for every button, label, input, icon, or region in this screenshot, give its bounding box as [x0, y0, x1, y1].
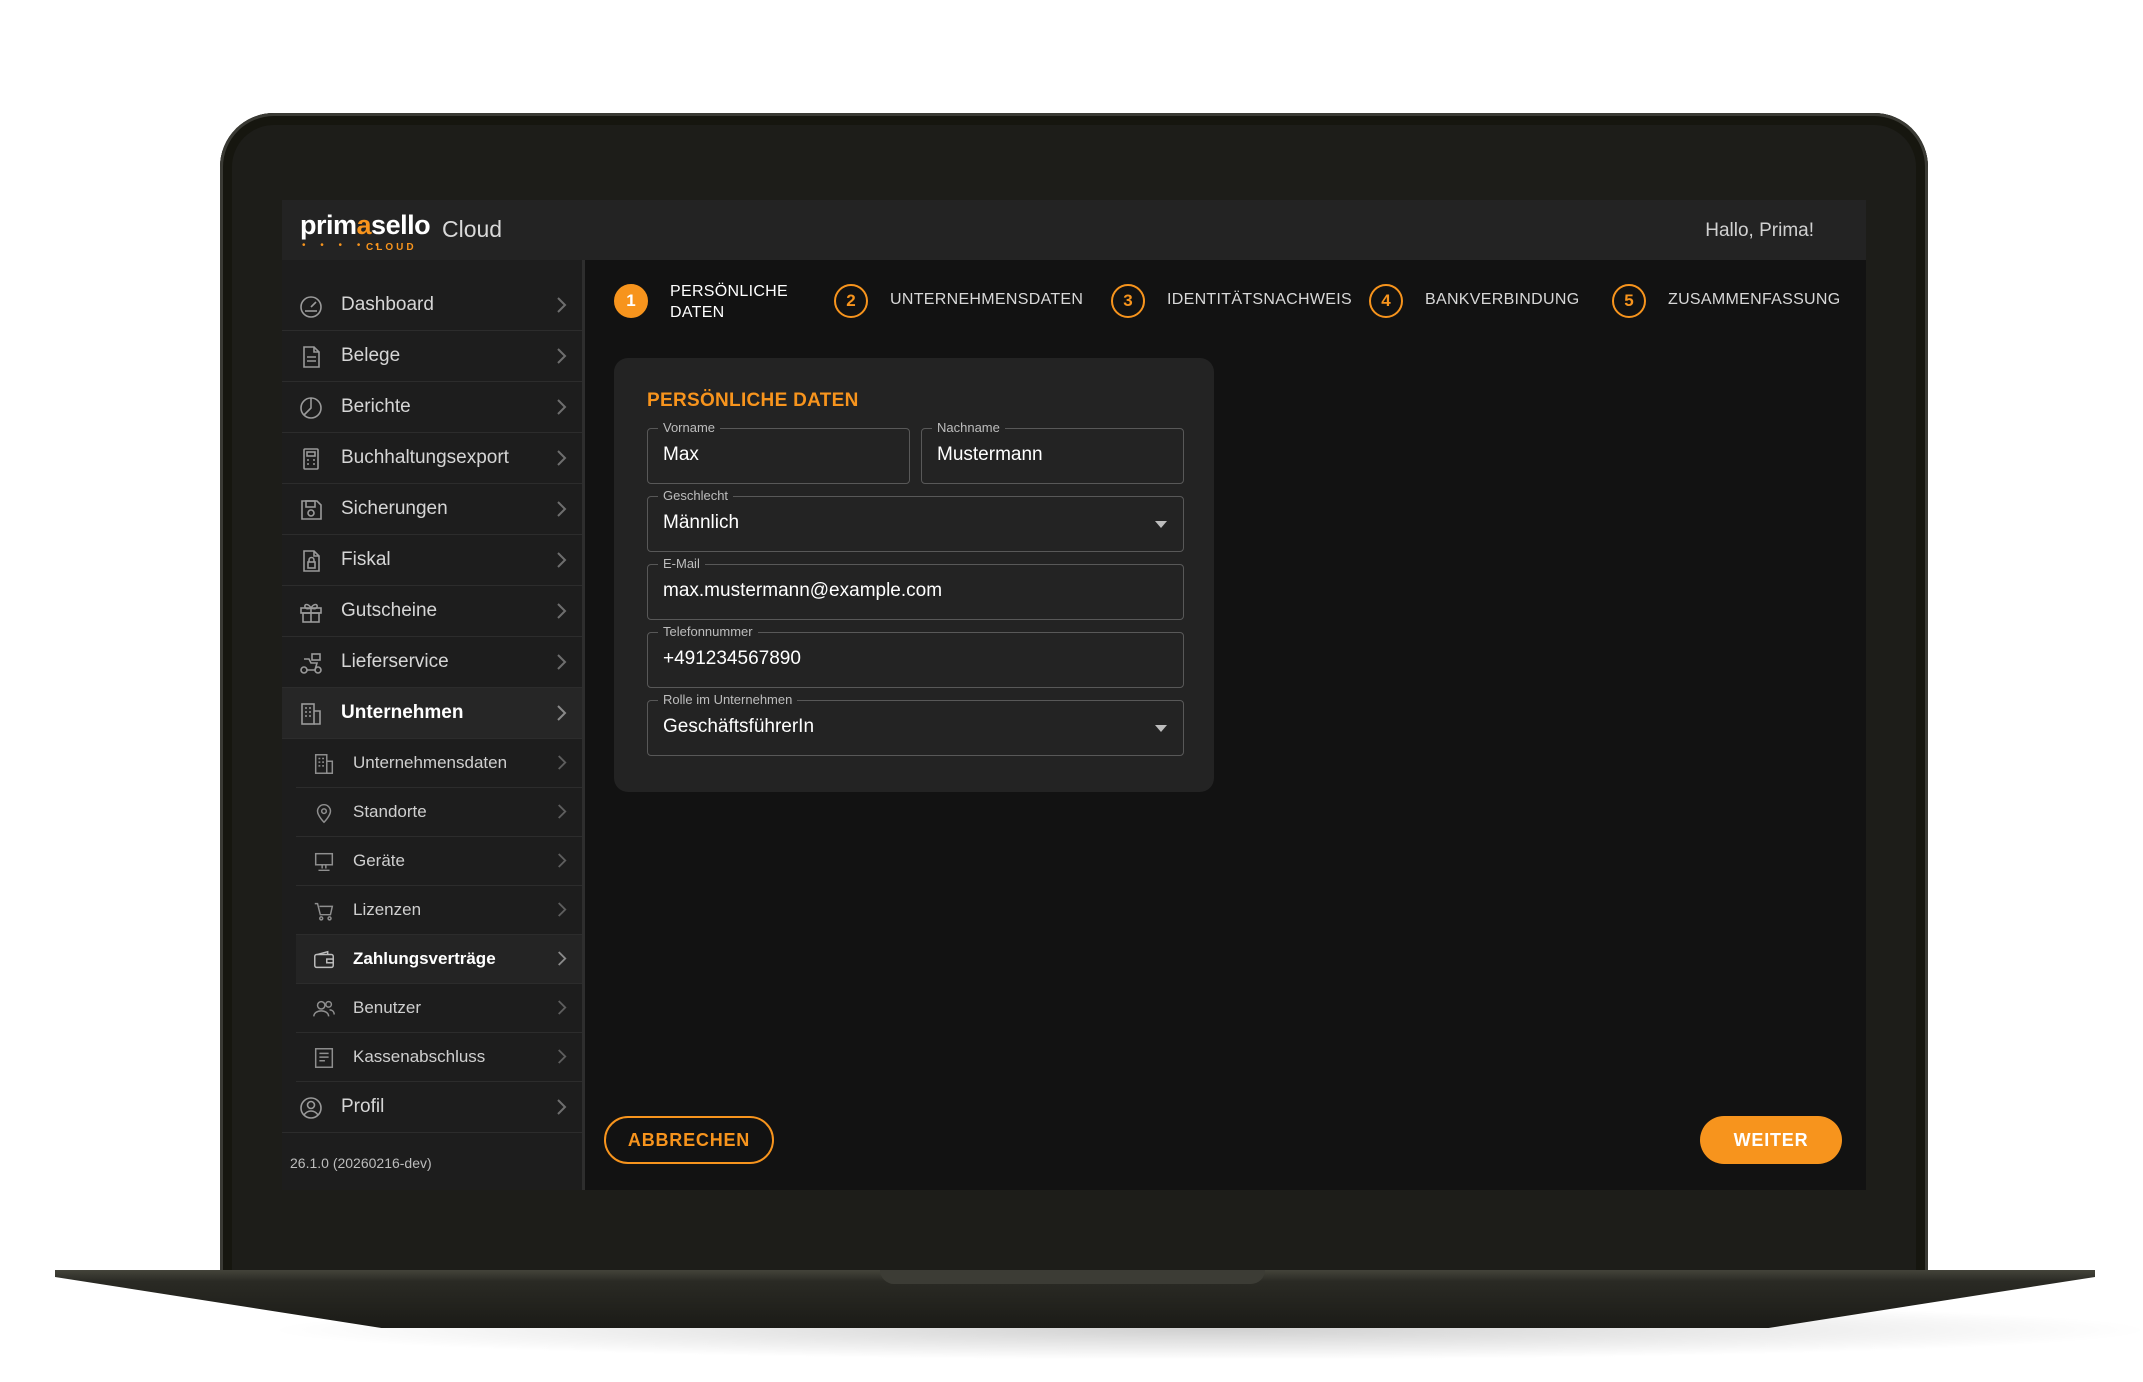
chevron-right-icon — [555, 949, 568, 968]
role-select[interactable]: Rolle im Unternehmen GeschäftsführerIn — [647, 692, 1184, 756]
chevron-right-icon — [554, 550, 568, 570]
sidebar-item-fiskal[interactable]: Fiskal — [282, 535, 582, 586]
next-button[interactable]: WEITER — [1700, 1116, 1842, 1164]
chevron-right-icon — [554, 295, 568, 315]
sidebar-subitem-kassenabschluss[interactable]: Kassenabschluss — [296, 1033, 582, 1082]
chevron-right-icon — [554, 397, 568, 417]
calculator-icon — [298, 446, 324, 472]
step-label: BANKVERBINDUNG — [1425, 291, 1580, 308]
cancel-button[interactable]: ABBRECHEN — [604, 1116, 774, 1164]
logo-subtitle: CLOUD — [366, 242, 417, 253]
sidebar-nav: Dashboard Belege Berichte Buchhaltungsex… — [282, 280, 582, 1133]
dropdown-arrow-icon — [1155, 521, 1167, 528]
chevron-right-icon — [555, 1047, 568, 1066]
chevron-right-icon — [554, 346, 568, 366]
chevron-right-icon — [554, 652, 568, 672]
step-number: 2 — [834, 284, 868, 318]
sidebar: Dashboard Belege Berichte Buchhaltungsex… — [282, 260, 585, 1190]
sidebar-subitem-lizenzen[interactable]: Lizenzen — [296, 886, 582, 935]
chevron-right-icon — [554, 601, 568, 621]
email-field[interactable]: E-Mail max.mustermann@example.com — [647, 556, 1184, 620]
chevron-right-icon — [555, 998, 568, 1017]
last-name-field[interactable]: Nachname Mustermann — [921, 420, 1184, 484]
app-version: 26.1.0 (20260216-dev) — [290, 1155, 432, 1171]
app-title: Cloud — [442, 216, 503, 242]
sidebar-subitem-geraete[interactable]: Geräte — [296, 837, 582, 886]
building-icon — [312, 752, 336, 776]
chevron-right-icon — [554, 499, 568, 519]
step-4[interactable]: 4 BANKVERBINDUNG — [1369, 284, 1599, 328]
step-number: 1 — [614, 284, 648, 318]
step-5[interactable]: 5 ZUSAMMENFASSUNG — [1612, 284, 1842, 328]
chevron-right-icon — [554, 703, 568, 723]
sidebar-item-profil[interactable]: Profil — [282, 1082, 582, 1133]
gauge-icon — [298, 293, 324, 319]
chevron-right-icon — [554, 1097, 568, 1117]
primasello-logo[interactable]: primasello • • • • • CLOUD — [300, 210, 431, 253]
pie-chart-icon — [298, 395, 324, 421]
step-1[interactable]: 1 PERSÖNLICHE DATEN — [614, 283, 804, 328]
sidebar-subitem-standorte[interactable]: Standorte — [296, 788, 582, 837]
sidebar-subitem-benutzer[interactable]: Benutzer — [296, 984, 582, 1033]
chevron-right-icon — [555, 802, 568, 821]
first-name-field[interactable]: Vorname Max — [647, 420, 910, 484]
building-icon — [298, 701, 324, 727]
sidebar-subitem-zahlungsvertraege[interactable]: Zahlungsverträge — [296, 935, 582, 984]
card-title: PERSÖNLICHE DATEN — [647, 390, 859, 411]
sidebar-item-belege[interactable]: Belege — [282, 331, 582, 382]
step-3[interactable]: 3 IDENTITÄTSNACHWEIS — [1111, 284, 1371, 328]
sidebar-subitem-unternehmensdaten[interactable]: Unternehmensdaten — [296, 739, 582, 788]
dropdown-arrow-icon — [1155, 725, 1167, 732]
wallet-icon — [312, 948, 336, 972]
personal-data-card: PERSÖNLICHE DATEN Vorname Max Nachname M… — [614, 358, 1214, 792]
step-number: 5 — [1612, 284, 1646, 318]
gender-select[interactable]: Geschlecht Männlich — [647, 488, 1184, 552]
gift-icon — [298, 599, 324, 625]
locked-document-icon — [298, 548, 324, 574]
cart-icon — [312, 899, 336, 923]
receipt-icon — [312, 1046, 336, 1070]
save-disk-icon — [298, 497, 324, 523]
phone-field[interactable]: Telefonnummer +491234567890 — [647, 624, 1184, 688]
sidebar-item-sicherungen[interactable]: Sicherungen — [282, 484, 582, 535]
top-bar: primasello • • • • • CLOUD Cloud Hallo, … — [282, 200, 1866, 260]
step-label: ZUSAMMENFASSUNG — [1668, 291, 1841, 308]
sidebar-item-gutscheine[interactable]: Gutscheine — [282, 586, 582, 637]
step-2[interactable]: 2 UNTERNEHMENSDATEN — [834, 284, 1094, 328]
sidebar-item-dashboard[interactable]: Dashboard — [282, 280, 582, 331]
chevron-right-icon — [554, 448, 568, 468]
app-screen: primasello • • • • • CLOUD Cloud Hallo, … — [282, 200, 1866, 1190]
sidebar-item-unternehmen[interactable]: Unternehmen — [282, 688, 582, 739]
location-pin-icon — [312, 801, 336, 825]
step-number: 4 — [1369, 284, 1403, 318]
step-label: UNTERNEHMENSDATEN — [890, 291, 1084, 308]
chevron-right-icon — [555, 851, 568, 870]
document-icon — [298, 344, 324, 370]
chevron-right-icon — [555, 900, 568, 919]
pos-terminal-icon — [312, 850, 336, 874]
laptop-notch — [880, 1270, 1265, 1284]
sidebar-item-lieferservice[interactable]: Lieferservice — [282, 637, 582, 688]
sidebar-item-berichte[interactable]: Berichte — [282, 382, 582, 433]
step-label: PERSÖNLICHE DATEN — [670, 283, 788, 321]
chevron-right-icon — [555, 753, 568, 772]
users-icon — [312, 997, 336, 1021]
step-number: 3 — [1111, 284, 1145, 318]
step-label: IDENTITÄTSNACHWEIS — [1167, 291, 1352, 308]
delivery-scooter-icon — [298, 650, 324, 676]
sidebar-item-buchhaltungsexport[interactable]: Buchhaltungsexport — [282, 433, 582, 484]
user-circle-icon — [298, 1095, 324, 1121]
user-greeting: Hallo, Prima! — [1705, 220, 1814, 241]
